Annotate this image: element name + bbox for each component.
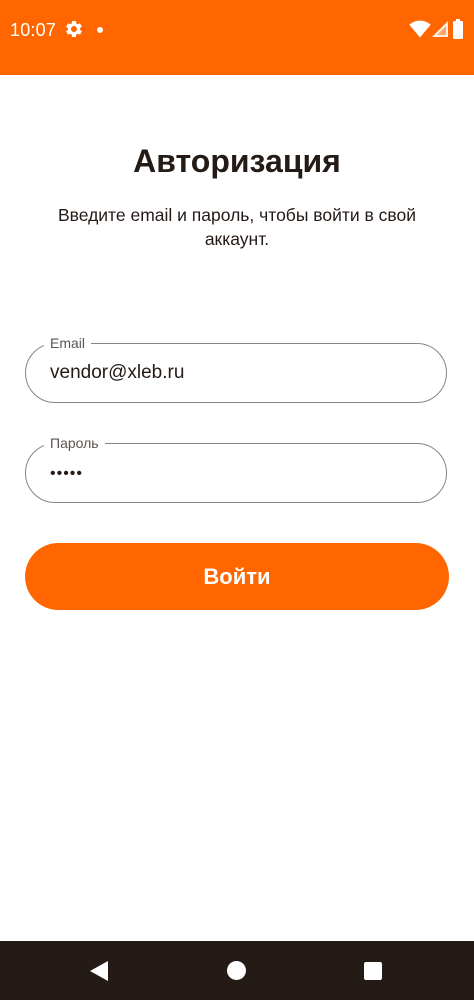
recents-icon[interactable] xyxy=(364,962,382,980)
password-field-label: Пароль xyxy=(44,434,105,452)
page-subtitle: Введите email и пароль, чтобы войти в св… xyxy=(57,205,417,249)
email-field[interactable]: Email vendor@xleb.ru xyxy=(25,334,447,403)
battery-icon xyxy=(453,19,463,39)
page-title: Авторизация xyxy=(133,143,341,179)
email-field-label: Email xyxy=(44,334,92,352)
wifi-icon xyxy=(409,20,431,38)
back-icon[interactable] xyxy=(89,960,109,982)
navigation-bar xyxy=(0,941,474,1000)
status-time: 10:07 xyxy=(10,20,57,40)
login-screen: 10:07 Авторизация Введите email и пароль… xyxy=(0,0,474,1000)
home-icon[interactable] xyxy=(227,961,246,980)
signal-icon xyxy=(432,21,448,37)
password-field-value[interactable]: ••••• xyxy=(50,462,83,486)
email-field-value[interactable]: vendor@xleb.ru xyxy=(50,361,184,385)
gear-icon xyxy=(66,20,82,37)
status-bar: 10:07 xyxy=(0,0,474,75)
notification-dot-icon xyxy=(97,27,103,33)
login-button[interactable]: Войти xyxy=(25,543,449,610)
password-field[interactable]: Пароль ••••• xyxy=(25,434,447,503)
